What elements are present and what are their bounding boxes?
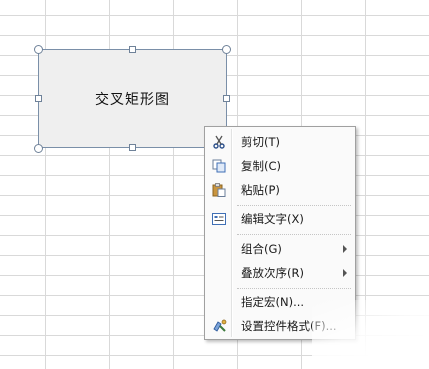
menu-item-edit-text[interactable]: 编辑文字(X) bbox=[207, 208, 353, 230]
resize-handle-right[interactable] bbox=[223, 95, 230, 102]
menu-item-cut[interactable]: 剪切(T) bbox=[207, 131, 353, 153]
menu-item-label: 复制(C) bbox=[241, 159, 282, 173]
scissors-icon bbox=[207, 131, 231, 153]
menu-item-label: 指定宏(N)... bbox=[241, 295, 305, 309]
submenu-arrow-icon bbox=[343, 269, 347, 277]
resize-handle-bottom[interactable] bbox=[129, 144, 136, 151]
menu-separator bbox=[237, 205, 351, 206]
edit-text-icon bbox=[207, 208, 231, 230]
rectangle-shape[interactable]: 交叉矩形图 bbox=[38, 49, 227, 148]
image-corner-fade bbox=[312, 300, 429, 369]
menu-separator bbox=[237, 288, 351, 289]
menu-item-label: 叠放次序(R) bbox=[241, 266, 304, 280]
shape-label: 交叉矩形图 bbox=[95, 91, 170, 108]
resize-handle-top[interactable] bbox=[129, 46, 136, 53]
menu-item-label: 编辑文字(X) bbox=[241, 212, 304, 226]
copy-icon bbox=[207, 155, 231, 177]
menu-item-group[interactable]: 组合(G) bbox=[207, 238, 353, 260]
menu-item-label: 组合(G) bbox=[241, 242, 282, 256]
menu-item-label: 剪切(T) bbox=[241, 135, 280, 149]
menu-item-paste[interactable]: 粘贴(P) bbox=[207, 179, 353, 201]
resize-handle-top-right[interactable] bbox=[222, 45, 231, 54]
resize-handle-bottom-left[interactable] bbox=[34, 144, 43, 153]
resize-handle-left[interactable] bbox=[35, 95, 42, 102]
resize-handle-top-left[interactable] bbox=[34, 45, 43, 54]
menu-separator bbox=[237, 234, 351, 235]
paste-icon bbox=[207, 179, 231, 201]
format-control-icon bbox=[207, 315, 231, 337]
submenu-arrow-icon bbox=[343, 245, 347, 253]
menu-item-order[interactable]: 叠放次序(R) bbox=[207, 262, 353, 284]
menu-item-label: 粘贴(P) bbox=[241, 183, 280, 197]
menu-item-copy[interactable]: 复制(C) bbox=[207, 155, 353, 177]
